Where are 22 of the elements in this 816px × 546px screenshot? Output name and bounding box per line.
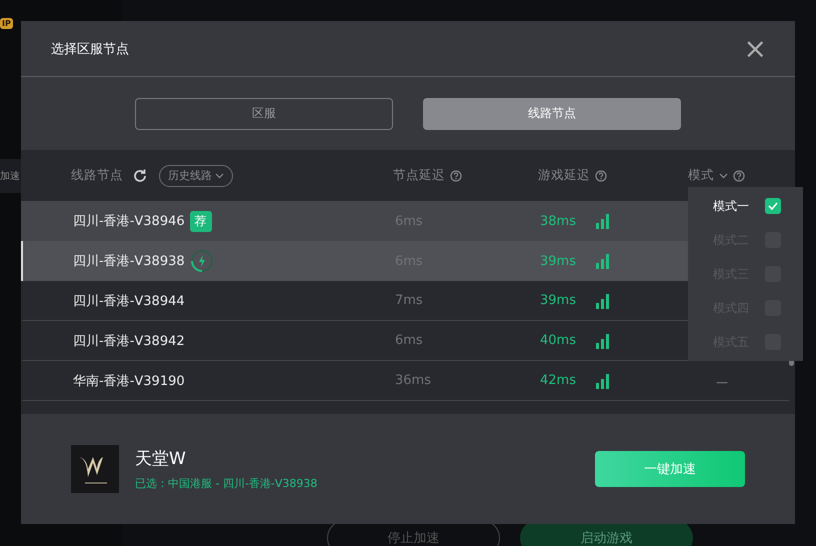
dialog-title: 选择区服节点 (51, 40, 129, 58)
column-header: 节点延迟 (393, 167, 445, 184)
node-latency: 36ms (395, 373, 432, 388)
node-name: 四川-香港-V38944 (73, 292, 185, 310)
game-latency: 39ms (540, 293, 576, 308)
game-latency: 40ms (540, 333, 576, 348)
column-header: 游戏延迟 (538, 167, 590, 184)
node-latency: 6ms (395, 333, 424, 348)
game-latency: 39ms (540, 254, 576, 268)
node-name: 四川-香港-V38938 (73, 253, 185, 270)
game-title: 天堂W (135, 448, 187, 470)
recommend-badge: 荐 (190, 210, 212, 232)
node-name: 华南-香港-V39190 (73, 372, 185, 390)
column-header: 线路节点 (71, 167, 123, 184)
selected-node-text: 已选：中国港服 - 四川-香港-V38938 (135, 476, 318, 491)
node-latency: 7ms (395, 293, 424, 308)
game-latency: 42ms (540, 373, 576, 388)
vip-badge: IP (0, 18, 13, 29)
node-name: 四川-香港-V38942 (73, 332, 185, 350)
game-latency: 38ms (540, 214, 576, 228)
node-name: 四川-香港-V38946 (73, 213, 185, 230)
mode-value: — (716, 375, 728, 389)
